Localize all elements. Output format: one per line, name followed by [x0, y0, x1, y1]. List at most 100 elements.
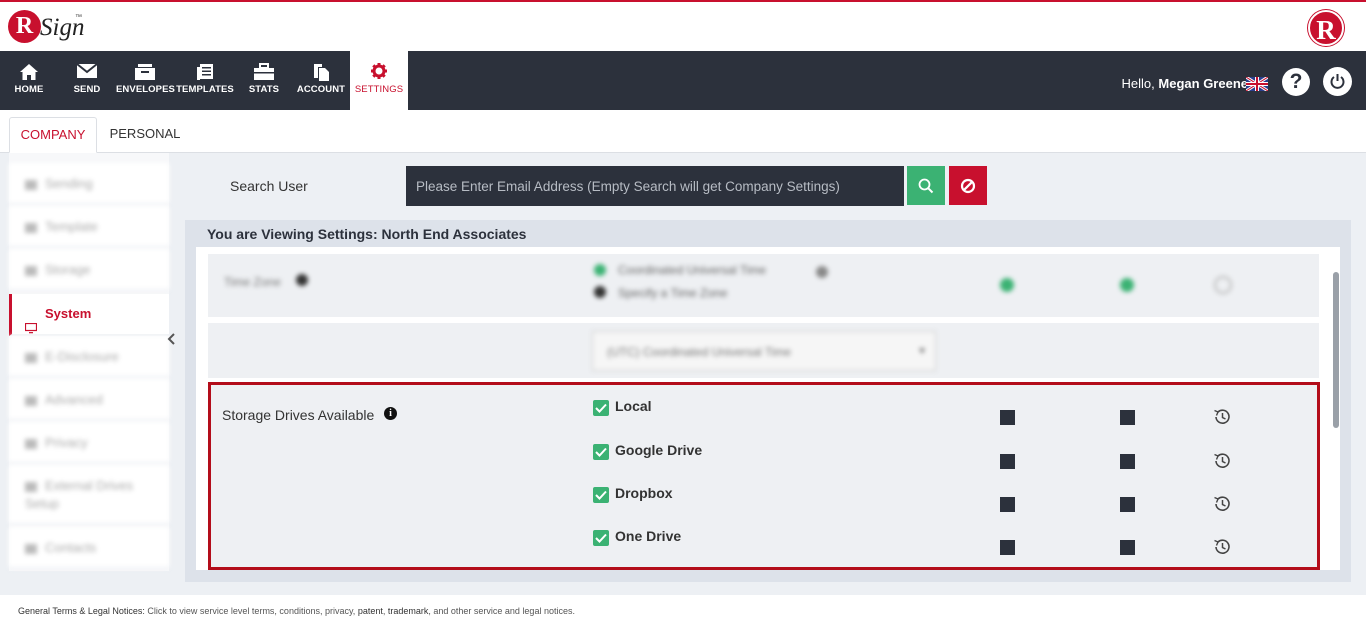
search-user-input[interactable]: [406, 166, 904, 206]
history-icon[interactable]: [1212, 407, 1232, 427]
disclosure-icon: [25, 352, 37, 363]
timezone-row: Time Zone Coordinated Universal Time Spe…: [208, 254, 1319, 317]
storage-drives-label: Storage Drives Available: [222, 407, 375, 423]
briefcase-icon: [244, 51, 284, 84]
viewing-settings-heading: You are Viewing Settings: North End Asso…: [207, 226, 527, 242]
tab-company[interactable]: COMPANY: [9, 117, 97, 153]
footer-text-1: Click to view service level terms, condi…: [144, 606, 358, 616]
storage-icon: [25, 265, 37, 276]
drive-name: Google Drive: [615, 442, 703, 458]
footer-legal-text: General Terms & Legal Notices: Click to …: [18, 606, 575, 616]
sidebar-item-template[interactable]: Template: [9, 206, 169, 248]
lock-toggle[interactable]: [1000, 540, 1015, 555]
home-icon: [8, 51, 50, 84]
radio-selected-icon[interactable]: [594, 264, 606, 276]
advanced-icon: [25, 395, 37, 406]
override-toggle[interactable]: [1120, 497, 1135, 512]
logout-button[interactable]: [1323, 67, 1352, 96]
nav-stats[interactable]: STATS: [244, 51, 284, 110]
timezone-info-icon: [296, 274, 308, 286]
inbox-icon: [116, 51, 174, 84]
storage-drives-highlight: [208, 382, 1320, 570]
search-button[interactable]: [907, 166, 945, 205]
history-icon[interactable]: [1212, 494, 1232, 514]
collapse-sidebar-icon[interactable]: [167, 332, 175, 350]
sidebar-item-label: Privacy: [45, 435, 88, 450]
history-icon[interactable]: [1214, 276, 1232, 294]
nav-settings[interactable]: SETTINGS: [350, 51, 408, 110]
sidebar-item-advanced[interactable]: Advanced: [9, 379, 169, 421]
checkbox-checked-icon[interactable]: [593, 530, 609, 546]
override-toggle[interactable]: [1120, 410, 1135, 425]
sidebar-item-label: E-Disclosure: [45, 349, 119, 364]
chevron-down-icon: ▼: [917, 346, 927, 357]
status-green-icon: [1000, 278, 1014, 292]
sidebar-item-label: Template: [45, 219, 98, 234]
sidebar-item-storage[interactable]: Storage: [9, 249, 169, 291]
sidebar-item-privacy[interactable]: Privacy: [9, 422, 169, 464]
history-icon[interactable]: [1212, 451, 1232, 471]
sidebar-item-label: External Drives Setup: [25, 478, 134, 511]
override-toggle[interactable]: [1120, 454, 1135, 469]
drive-name: Local: [615, 398, 652, 414]
nav-send[interactable]: SEND: [66, 51, 108, 110]
clear-search-button[interactable]: [949, 166, 987, 205]
sidebar-item-label: Storage: [45, 262, 91, 277]
checkbox-checked-icon[interactable]: [593, 487, 609, 503]
search-user-label: Search User: [230, 178, 308, 194]
override-toggle[interactable]: [1120, 540, 1135, 555]
timezone-help-icon: [816, 266, 828, 278]
logo-letter: R: [8, 10, 41, 43]
logo-trademark: ™: [75, 14, 82, 21]
radio-unselected-icon[interactable]: [594, 286, 606, 298]
envelope-icon: [66, 51, 108, 84]
status-green-icon: [1120, 278, 1134, 292]
nav-home[interactable]: HOME: [8, 51, 50, 110]
sidebar-item-label: Advanced: [45, 392, 103, 407]
patent-link[interactable]: patent: [358, 606, 383, 616]
info-icon[interactable]: i: [384, 407, 397, 420]
lock-toggle[interactable]: [1000, 497, 1015, 512]
lock-toggle[interactable]: [1000, 454, 1015, 469]
user-name: Megan Greene: [1158, 76, 1248, 91]
checkbox-checked-icon[interactable]: [593, 444, 609, 460]
nav-envelopes[interactable]: ENVELOPES: [116, 51, 175, 110]
sidebar-item-label: Sending: [45, 176, 93, 191]
monitor-icon: [24, 310, 38, 333]
power-icon: [1330, 74, 1345, 89]
tab-personal[interactable]: PERSONAL: [104, 117, 186, 153]
nav-stats-label: STATS: [248, 84, 280, 95]
drive-name: One Drive: [615, 528, 682, 544]
nav-settings-label: SETTINGS: [354, 84, 404, 95]
history-icon[interactable]: [1212, 537, 1232, 557]
nav-envelopes-label: ENVELOPES: [116, 84, 175, 95]
footer-text-2: , and other service and legal notices.: [428, 606, 575, 616]
rsign-logo[interactable]: R Sign ™: [8, 8, 84, 48]
timezone-select[interactable]: (UTC) Coordinated Universal Time ▼: [592, 331, 936, 371]
checkbox-checked-icon[interactable]: [593, 400, 609, 416]
nav-templates-label: TEMPLATES: [176, 84, 234, 95]
panel-scrollbar[interactable]: [1333, 272, 1339, 428]
document-icon: [176, 51, 234, 84]
help-button[interactable]: ?: [1282, 68, 1310, 96]
trademark-link[interactable]: trademark: [388, 606, 429, 616]
drive-name: Dropbox: [615, 485, 673, 501]
sidebar-item-sending[interactable]: Sending: [9, 163, 169, 205]
footer-title[interactable]: General Terms & Legal Notices:: [18, 606, 145, 616]
ban-icon: [960, 178, 976, 194]
nav-templates[interactable]: TEMPLATES: [176, 51, 234, 110]
sidebar-item-label: Contacts: [45, 540, 97, 555]
timezone-option-1: Coordinated Universal Time: [618, 263, 767, 277]
sidebar-item-contacts[interactable]: Contacts: [9, 527, 169, 569]
nav-account[interactable]: ACCOUNT: [296, 51, 346, 110]
sidebar-item-external-drives[interactable]: External Drives Setup: [9, 465, 169, 525]
corner-brand-logo: R: [1308, 10, 1344, 46]
privacy-icon: [25, 438, 37, 449]
gear-icon: [350, 51, 408, 84]
timezone-label: Time Zone: [224, 275, 281, 289]
sidebar-item-edisclosure[interactable]: E-Disclosure: [9, 336, 169, 378]
uk-flag-icon[interactable]: [1245, 75, 1269, 93]
sidebar-item-system[interactable]: System: [9, 294, 169, 336]
lock-toggle[interactable]: [1000, 410, 1015, 425]
timezone-select-row: (UTC) Coordinated Universal Time ▼: [208, 323, 1319, 378]
